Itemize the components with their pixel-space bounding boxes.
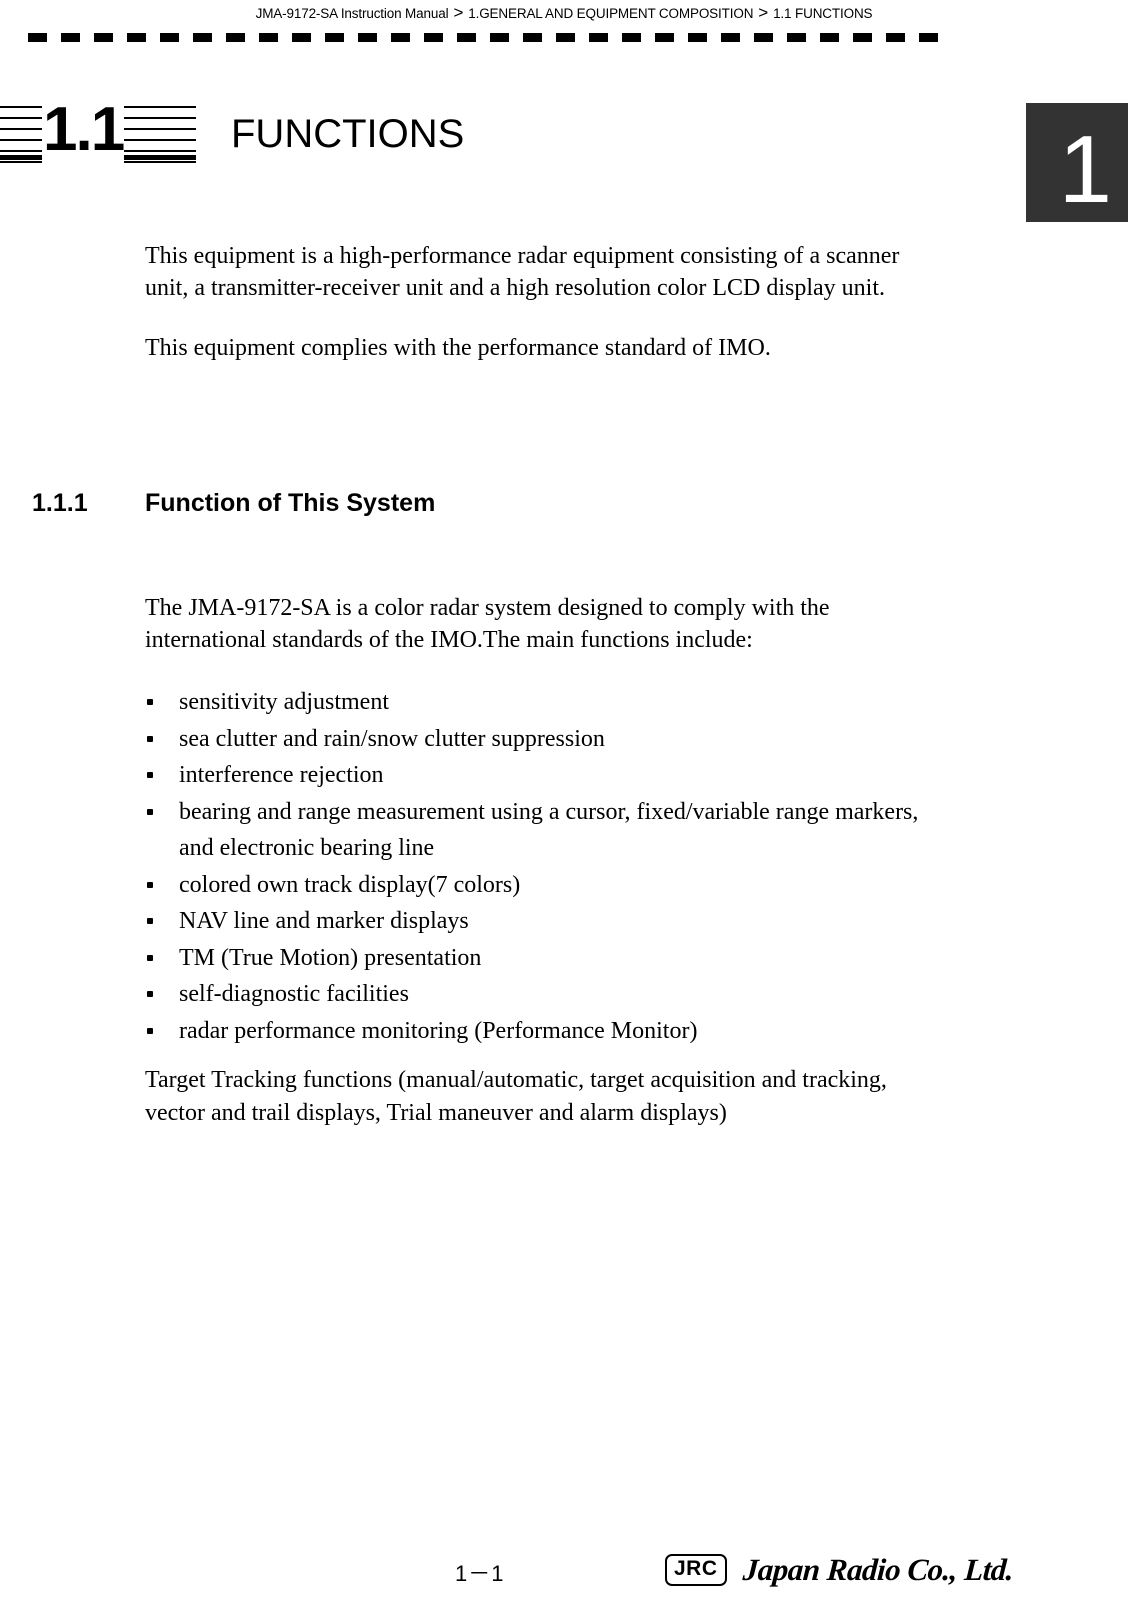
intro-block: This equipment is a high-performance rad… (145, 240, 935, 392)
list-item: colored own track display(7 colors) (145, 867, 945, 904)
header-dashed-rule (28, 33, 950, 42)
bullet-marker-icon (147, 808, 153, 815)
bullet-marker-icon (147, 918, 153, 924)
list-item-label: colored own track display(7 colors) (179, 871, 521, 898)
bullet-marker-icon (147, 735, 153, 742)
document-header: JMA-9172-SA Instruction Manual > 1.GENER… (0, 0, 1128, 26)
subsection-number: 1.1.1 (32, 489, 88, 517)
list-item: sea clutter and rain/snow clutter suppre… (145, 721, 945, 758)
jrc-logo-icon: JRC (665, 1554, 727, 1586)
company-name: Japan Radio Co., Ltd. (741, 1552, 1015, 1587)
section-number-block: 1.1 (0, 94, 196, 170)
company-logo: JRC Japan Radio Co., Ltd. (665, 1552, 1015, 1588)
list-item-label: radar performance monitoring (Performanc… (179, 1017, 698, 1044)
chapter-tab-number: 1 (1058, 116, 1112, 223)
bullet-marker-icon (147, 954, 153, 961)
list-item: NAV line and marker displays (145, 903, 945, 940)
list-item-label: sea clutter and rain/snow clutter suppre… (179, 725, 605, 752)
subsection-lead-paragraph: The JMA-9172-SA is a color radar system … (145, 595, 830, 653)
breadcrumb-separator-icon: > (758, 3, 769, 22)
list-item-label: NAV line and marker displays (179, 908, 469, 934)
chapter-tab: 1 (1026, 103, 1128, 222)
closing-note: Target Tracking functions (manual/automa… (145, 1067, 887, 1126)
breadcrumb-item-chapter: 1.GENERAL AND EQUIPMENT COMPOSITION (468, 6, 754, 21)
list-item: self-diagnostic facilities (145, 976, 945, 1013)
breadcrumb: JMA-9172-SA Instruction Manual > 1.GENER… (256, 3, 873, 23)
bullet-marker-icon (147, 881, 153, 888)
function-body: The JMA-9172-SA is a color radar system … (145, 592, 945, 1130)
list-item: sensitivity adjustment (145, 684, 945, 721)
breadcrumb-item-section: 1.1 FUNCTIONS (773, 6, 873, 21)
list-item-label: bearing and range measurement using a cu… (179, 798, 919, 862)
page-title: FUNCTIONS (231, 112, 465, 156)
subsection-title: Function of This System (145, 489, 436, 517)
list-item-label: TM (True Motion) presentation (179, 944, 482, 971)
intro-paragraph-2: This equipment complies with the perform… (145, 335, 771, 361)
list-item: bearing and range measurement using a cu… (145, 794, 945, 867)
list-item-label: sensitivity adjustment (179, 689, 389, 715)
bullet-marker-icon (147, 699, 153, 705)
bullet-marker-icon (147, 1027, 153, 1034)
bullet-marker-icon (147, 991, 153, 997)
intro-paragraph-1: This equipment is a high-performance rad… (145, 243, 900, 301)
section-title-row: 1.1 FUNCTIONS (0, 94, 990, 170)
list-item: interference rejection (145, 757, 945, 794)
document-footer: 1－1 JRC Japan Radio Co., Ltd. (0, 1552, 1128, 1616)
breadcrumb-separator-icon: > (453, 3, 464, 22)
function-bullet-list: sensitivity adjustment sea clutter and ra… (145, 684, 945, 1049)
list-item-label: self-diagnostic facilities (179, 981, 409, 1007)
list-item-label: interference rejection (179, 762, 384, 788)
list-item: TM (True Motion) presentation (145, 940, 945, 977)
bullet-marker-icon (147, 772, 153, 778)
list-item: radar performance monitoring (Performanc… (145, 1013, 945, 1050)
section-number: 1.1 (42, 94, 125, 166)
subsection-heading: 1.1.1 Function of This System (32, 489, 932, 518)
page-number: 1－1 (455, 1561, 505, 1586)
breadcrumb-item-manual: JMA-9172-SA Instruction Manual (255, 6, 449, 21)
